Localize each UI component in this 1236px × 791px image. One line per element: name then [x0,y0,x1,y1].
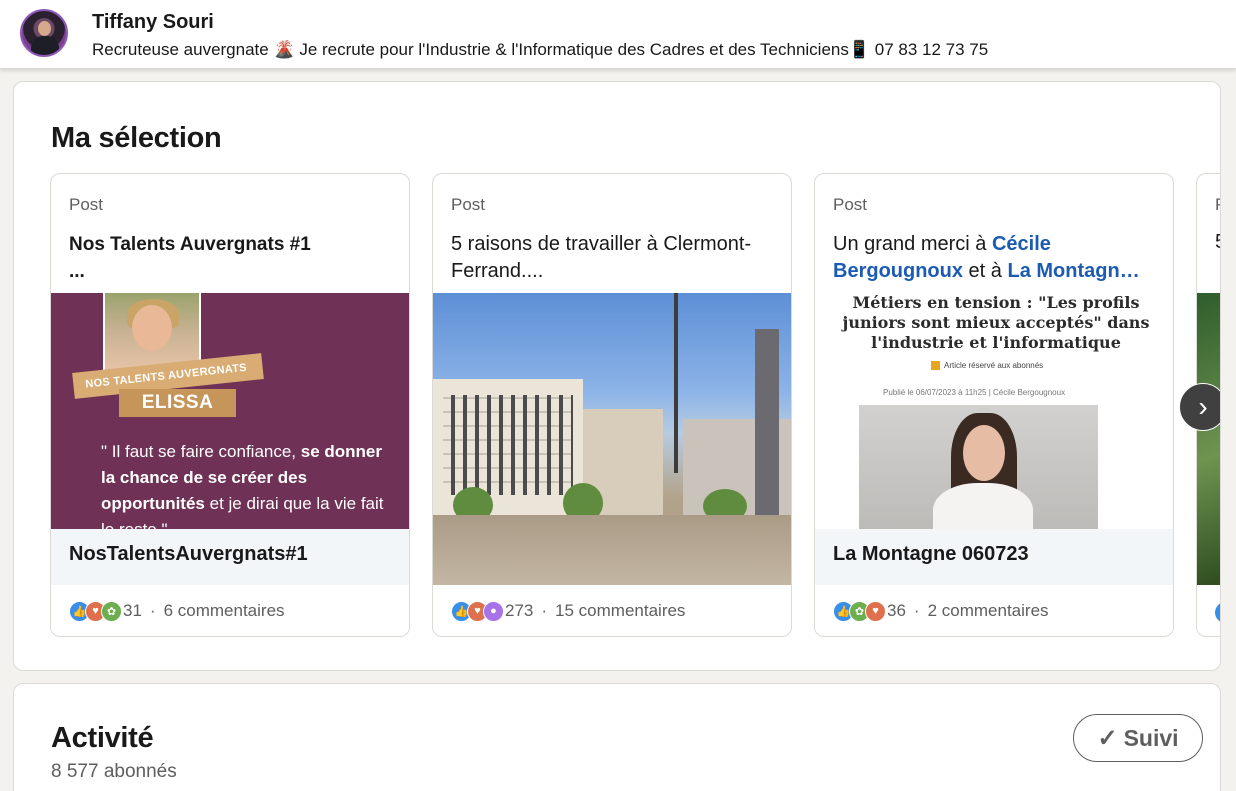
reactions-count[interactable]: 273 [505,601,533,621]
separator-dot: · [149,601,156,620]
mention-link[interactable]: La Montagn… [1007,260,1139,282]
post-type-label: Post [69,195,104,214]
media-name-label: ELISSA [119,389,236,417]
followers-count[interactable]: 8 577 abonnés [51,761,177,783]
post-media-image[interactable] [433,293,791,585]
post-social-counts[interactable]: 👍 ♥ ● 273 · 15 commentaires [451,598,685,624]
following-button-label: Suivi [1123,724,1179,751]
featured-post-2[interactable]: Post 5 raisons de travailler à Clermont-… [432,173,792,637]
reactions-count[interactable]: 31 [123,601,142,621]
post-text: 5 raisons de travailler à Clermont-Ferra… [451,233,752,282]
insightful-reaction-icon: ● [483,600,504,622]
profile-headline: Recruteuse auvergnate 🌋 Je recrute pour … [92,40,989,59]
featured-section: Ma sélection Post Nos Talents Auvergnats… [13,81,1221,671]
article-photo [859,405,1098,529]
post-text: Un grand merci à Cécile Bergougnoux et à… [833,231,1158,285]
post-caption: NosTalentsAuvergnats#1 [51,529,409,585]
comments-count[interactable]: 15 commentaires [555,601,685,621]
activity-section: Activité 8 577 abonnés ✓ Suivi [13,683,1221,791]
article-meta: Publié le 06/07/2023 à 11h25 | Cécile Be… [883,388,1066,397]
featured-title: Ma sélection [51,122,222,154]
separator-dot: · [541,601,548,620]
post-media-image[interactable]: Métiers en tension : "Les profils junior… [815,293,1173,529]
profile-avatar[interactable] [20,9,68,57]
post-caption: La Montagne 060723 [815,529,1173,585]
reaction-icons: 👍 ✿ ♥ [833,600,886,622]
comments-count[interactable]: 6 commentaires [164,601,285,621]
building-windows [443,395,573,495]
post-social-counts[interactable]: 👍 ✿ ♥ 36 · 2 commentaires [833,598,1049,624]
post-type-label: P [1215,195,1220,215]
square-ground [433,515,791,585]
post-text: Nos Talents Auvergnats #1 ... [69,231,394,285]
profile-sticky-header: Tiffany Souri Recruteuse auvergnate 🌋 Je… [0,0,1236,69]
media-quote: " Il faut se faire confiance, se donner … [101,439,391,529]
post-text-line: Nos Talents Auvergnats #1 [69,234,311,255]
activity-title: Activité [51,722,154,754]
reactions-count[interactable]: 36 [887,601,906,621]
portrait-face [132,305,172,351]
avatar-body [31,36,59,55]
post-media-image[interactable] [1197,293,1220,585]
carousel-next-button[interactable]: › [1179,383,1220,431]
mast [674,293,678,473]
photo-face [963,425,1005,481]
support-reaction-icon: ✿ [101,600,122,622]
profile-name[interactable]: Tiffany Souri [92,11,214,34]
reaction-icons: 👍 ♥ ✿ [69,600,122,622]
post-social-counts[interactable]: 👍 ♥ ✿ 31 · 6 commentaires [69,598,285,624]
post-text-ellipsis: ... [69,261,85,282]
love-reaction-icon: ♥ [865,600,886,622]
post-text: 5 [1215,231,1220,254]
avatar-face [38,21,51,36]
post-text-part: Un grand merci à [833,233,992,255]
reaction-icons: 👍 ♥ ● [451,600,504,622]
post-type-label: Post [833,195,868,214]
featured-post-1[interactable]: Post Nos Talents Auvergnats #1 ... NOS T… [50,173,410,637]
article-badge: Article réservé aux abonnés [931,361,1044,371]
post-type-label: Post [451,195,486,214]
post-media-image[interactable]: NOS TALENTS AUVERGNATS ELISSA " Il faut … [51,293,409,529]
quote-text: " Il faut se faire confiance, [101,442,301,461]
photo-clothing [933,483,1033,529]
comments-count[interactable]: 2 commentaires [928,601,1049,621]
article-headline: Métiers en tension : "Les profils junior… [842,293,1150,352]
check-icon: ✓ [1097,724,1118,752]
separator-dot: · [913,601,920,620]
featured-post-3[interactable]: Post Un grand merci à Cécile Bergougnoux… [814,173,1174,637]
like-reaction-icon [1215,602,1220,623]
cathedral-spire [755,329,779,519]
post-text-part: et à [963,260,1008,282]
following-button[interactable]: ✓ Suivi [1073,714,1203,762]
badge-icon [931,361,940,371]
badge-text: Article réservé aux abonnés [944,361,1044,370]
